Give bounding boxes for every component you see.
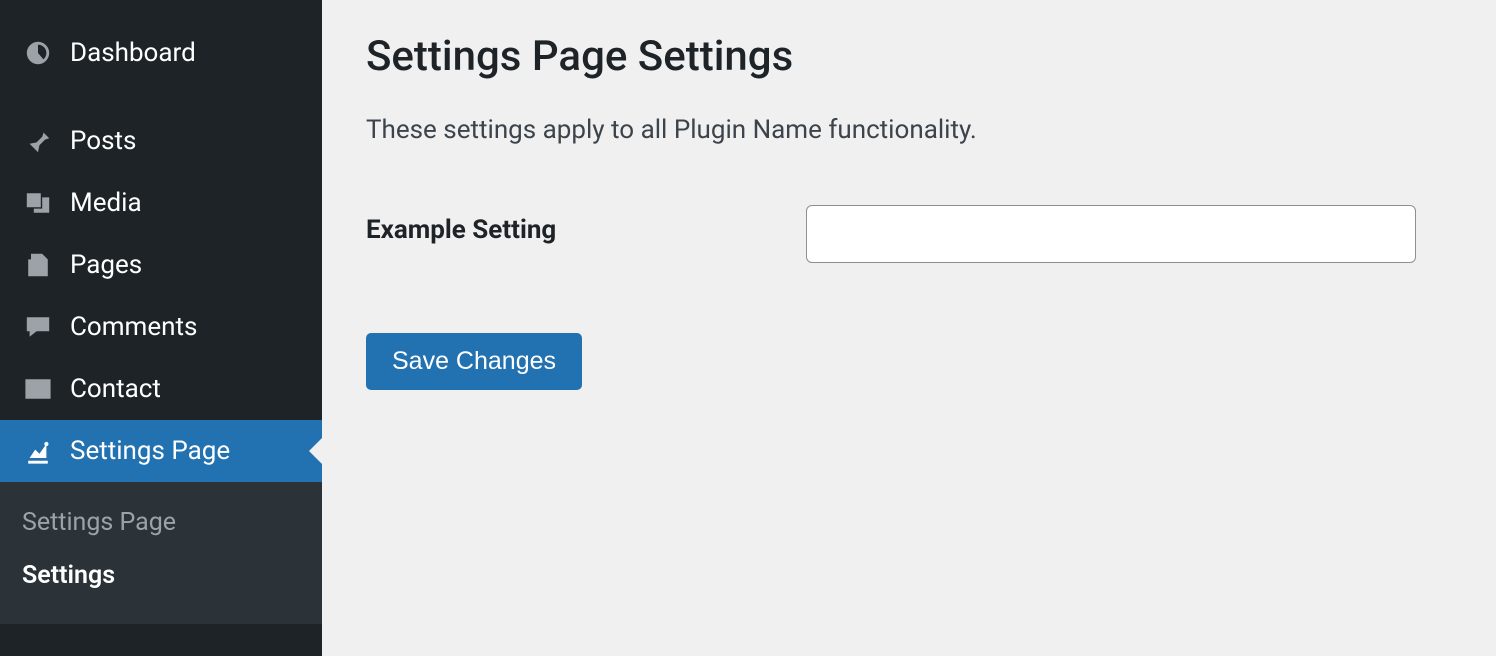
save-changes-button[interactable]: Save Changes [366,333,582,390]
sidebar-item-pages[interactable]: Pages [0,234,322,296]
main-content: Settings Page Settings These settings ap… [322,0,1496,656]
dashboard-icon [20,39,56,67]
sidebar-item-label: Contact [70,374,161,404]
sidebar-item-media[interactable]: Media [0,172,322,234]
sidebar-item-label: Pages [70,250,142,280]
field-label: Example Setting [366,205,806,245]
page-description: These settings apply to all Plugin Name … [366,115,1452,145]
submenu-item-settings-page[interactable]: Settings Page [0,496,322,549]
sidebar-item-label: Media [70,188,142,218]
admin-submenu: Settings Page Settings [0,482,322,624]
comment-icon [20,313,56,341]
sidebar-item-dashboard[interactable]: Dashboard [0,22,322,84]
menu-separator [0,84,322,110]
pages-icon [20,251,56,279]
submenu-item-settings[interactable]: Settings [0,549,322,602]
admin-sidebar: Dashboard Posts Media Pages [0,0,322,656]
sidebar-item-label: Settings Page [70,436,230,466]
admin-menu: Dashboard Posts Media Pages [0,0,322,624]
page-title: Settings Page Settings [366,32,1452,81]
media-icon [20,189,56,217]
form-row-example-setting: Example Setting [366,205,1452,263]
pin-icon [20,127,56,155]
sidebar-item-label: Posts [70,126,136,156]
sidebar-item-label: Dashboard [70,38,196,68]
chart-icon [20,437,56,465]
sidebar-item-comments[interactable]: Comments [0,296,322,358]
sidebar-item-label: Comments [70,312,197,342]
sidebar-item-settings-page[interactable]: Settings Page [0,420,322,482]
mail-icon [20,375,56,403]
sidebar-item-contact[interactable]: Contact [0,358,322,420]
sidebar-item-posts[interactable]: Posts [0,110,322,172]
example-setting-input[interactable] [806,205,1416,263]
